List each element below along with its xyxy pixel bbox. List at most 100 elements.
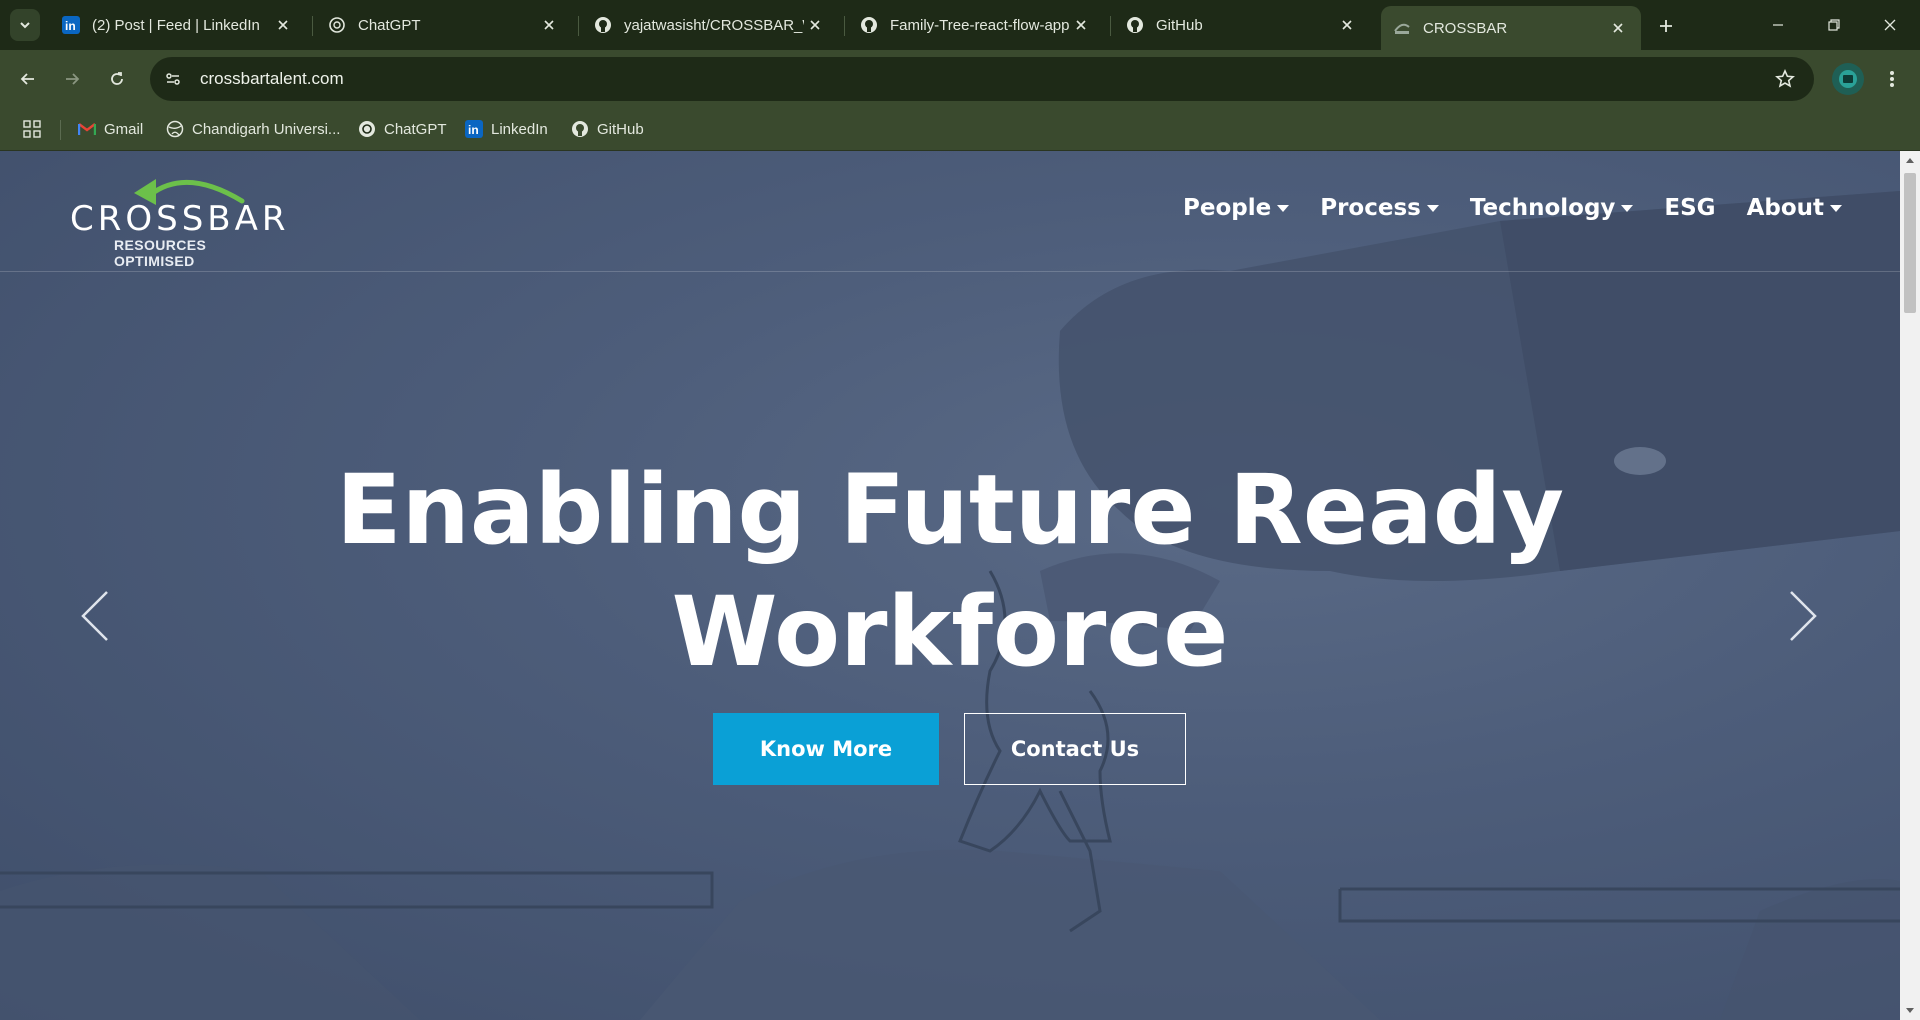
tab-chatgpt[interactable]: ChatGPT <box>316 8 572 42</box>
gmail-icon <box>78 120 96 138</box>
globe-icon <box>166 120 184 138</box>
chatgpt-icon <box>358 120 376 138</box>
tab-separator <box>844 16 845 36</box>
tab-title: ChatGPT <box>358 16 421 34</box>
tab-github-crossbar[interactable]: yajatwasisht/CROSSBAR_W <box>582 8 838 42</box>
caret-down-icon <box>1621 204 1634 212</box>
carousel-next-button[interactable] <box>1778 581 1828 651</box>
tab-title: (2) Post | Feed | LinkedIn <box>92 16 260 34</box>
new-tab-button[interactable] <box>1652 12 1680 40</box>
scroll-down-button[interactable] <box>1900 1002 1920 1020</box>
close-icon <box>1884 19 1896 31</box>
carousel-prev-button[interactable] <box>70 581 120 651</box>
site-info-button[interactable] <box>156 62 190 96</box>
close-tab-icon[interactable] <box>538 14 560 36</box>
github-icon <box>1126 16 1144 34</box>
close-tab-icon[interactable] <box>1336 14 1358 36</box>
tab-strip: in (2) Post | Feed | LinkedIn ChatGPT ya… <box>0 0 1920 50</box>
github-icon <box>594 16 612 34</box>
star-icon <box>1775 69 1795 88</box>
nav-people[interactable]: People <box>1183 195 1290 221</box>
tab-title: Family-Tree-react-flow-app <box>890 16 1070 34</box>
web-page: CROSSBAR RESOURCES OPTIMISED People Proc… <box>0 151 1900 1020</box>
profile-icon <box>1839 70 1857 88</box>
tab-github[interactable]: GitHub <box>1114 8 1370 42</box>
bookmark-chatgpt[interactable]: ChatGPT <box>358 116 447 142</box>
tab-separator <box>1110 16 1111 36</box>
contact-us-button[interactable]: Contact Us <box>964 713 1186 785</box>
caret-down-icon <box>1830 204 1842 212</box>
svg-text:in: in <box>468 123 479 137</box>
know-more-button[interactable]: Know More <box>713 713 939 785</box>
scroll-up-button[interactable] <box>1900 151 1920 169</box>
nav-label: ESG <box>1664 195 1716 221</box>
tab-title: CROSSBAR <box>1423 19 1508 37</box>
site-header: CROSSBAR RESOURCES OPTIMISED People Proc… <box>0 151 1900 272</box>
reload-button[interactable] <box>101 63 133 95</box>
linkedin-icon: in <box>465 120 483 138</box>
close-window-button[interactable] <box>1862 0 1918 50</box>
svg-text:in: in <box>65 19 76 33</box>
browser-menu-button[interactable] <box>1876 63 1908 95</box>
nav-technology[interactable]: Technology <box>1470 195 1634 221</box>
crossbar-logo[interactable]: CROSSBAR RESOURCES OPTIMISED <box>66 173 286 269</box>
apps-grid-icon <box>23 120 41 138</box>
forward-button[interactable] <box>56 63 88 95</box>
plus-icon <box>1660 20 1672 32</box>
bookmark-chandigarh-university[interactable]: Chandigarh Universi... <box>166 116 340 142</box>
nav-about[interactable]: About <box>1747 195 1842 221</box>
github-icon <box>860 16 878 34</box>
tab-title: yajatwasisht/CROSSBAR_W <box>624 16 804 34</box>
close-tab-icon[interactable] <box>1607 17 1629 39</box>
chatgpt-icon <box>328 16 346 34</box>
bookmark-gmail[interactable]: Gmail <box>78 116 143 142</box>
tab-linkedin[interactable]: in (2) Post | Feed | LinkedIn <box>50 8 306 42</box>
tab-search-button[interactable] <box>10 9 40 41</box>
bookmark-label: ChatGPT <box>384 120 447 138</box>
scrollbar-thumb[interactable] <box>1904 173 1916 313</box>
tab-separator <box>312 16 313 36</box>
minimize-icon <box>1773 24 1783 26</box>
logo-wordmark: CROSSBAR <box>70 199 290 239</box>
browser-toolbar: crossbartalent.com <box>0 50 1920 108</box>
triangle-up-icon <box>1906 158 1914 163</box>
bookmark-star-button[interactable] <box>1768 62 1802 96</box>
nav-process[interactable]: Process <box>1320 195 1439 221</box>
page-scrollbar[interactable] <box>1900 151 1920 1020</box>
bookmark-label: Gmail <box>104 120 144 138</box>
logo-tagline: RESOURCES OPTIMISED <box>114 237 207 269</box>
tab-title: GitHub <box>1156 16 1203 34</box>
address-bar[interactable]: crossbartalent.com <box>150 57 1814 101</box>
tab-crossbar-active[interactable]: CROSSBAR <box>1381 6 1641 50</box>
hero-title: Enabling Future Ready Workforce <box>250 449 1650 693</box>
url-text[interactable]: crossbartalent.com <box>200 69 1768 89</box>
main-nav: People Process Technology ESG About <box>1183 195 1842 221</box>
arrow-right-icon <box>66 73 80 85</box>
caret-down-icon <box>1426 204 1439 212</box>
github-icon <box>571 120 589 138</box>
linkedin-icon: in <box>62 16 80 34</box>
restore-button[interactable] <box>1806 0 1862 50</box>
close-tab-icon[interactable] <box>1070 14 1092 36</box>
bookmark-github[interactable]: GitHub <box>571 116 644 142</box>
tune-icon <box>166 73 180 85</box>
tab-separator <box>578 16 579 36</box>
chevron-down-icon <box>20 22 30 29</box>
chevron-right-icon <box>1790 591 1817 641</box>
bookmarks-separator <box>60 120 61 140</box>
nav-label: People <box>1183 195 1272 221</box>
apps-button[interactable] <box>20 117 44 141</box>
bookmark-linkedin[interactable]: in LinkedIn <box>465 116 548 142</box>
caret-down-icon <box>1277 204 1290 212</box>
more-vertical-icon <box>1890 71 1894 87</box>
back-button[interactable] <box>12 63 44 95</box>
profile-avatar[interactable] <box>1832 63 1864 95</box>
close-tab-icon[interactable] <box>272 14 294 36</box>
restore-icon <box>1828 19 1840 31</box>
nav-esg[interactable]: ESG <box>1664 195 1715 221</box>
tab-github-family-tree[interactable]: Family-Tree-react-flow-app <box>848 8 1104 42</box>
crossbar-icon <box>1393 19 1411 37</box>
close-tab-icon[interactable] <box>804 14 826 36</box>
bookmark-label: GitHub <box>597 120 644 138</box>
minimize-button[interactable] <box>1750 0 1806 50</box>
